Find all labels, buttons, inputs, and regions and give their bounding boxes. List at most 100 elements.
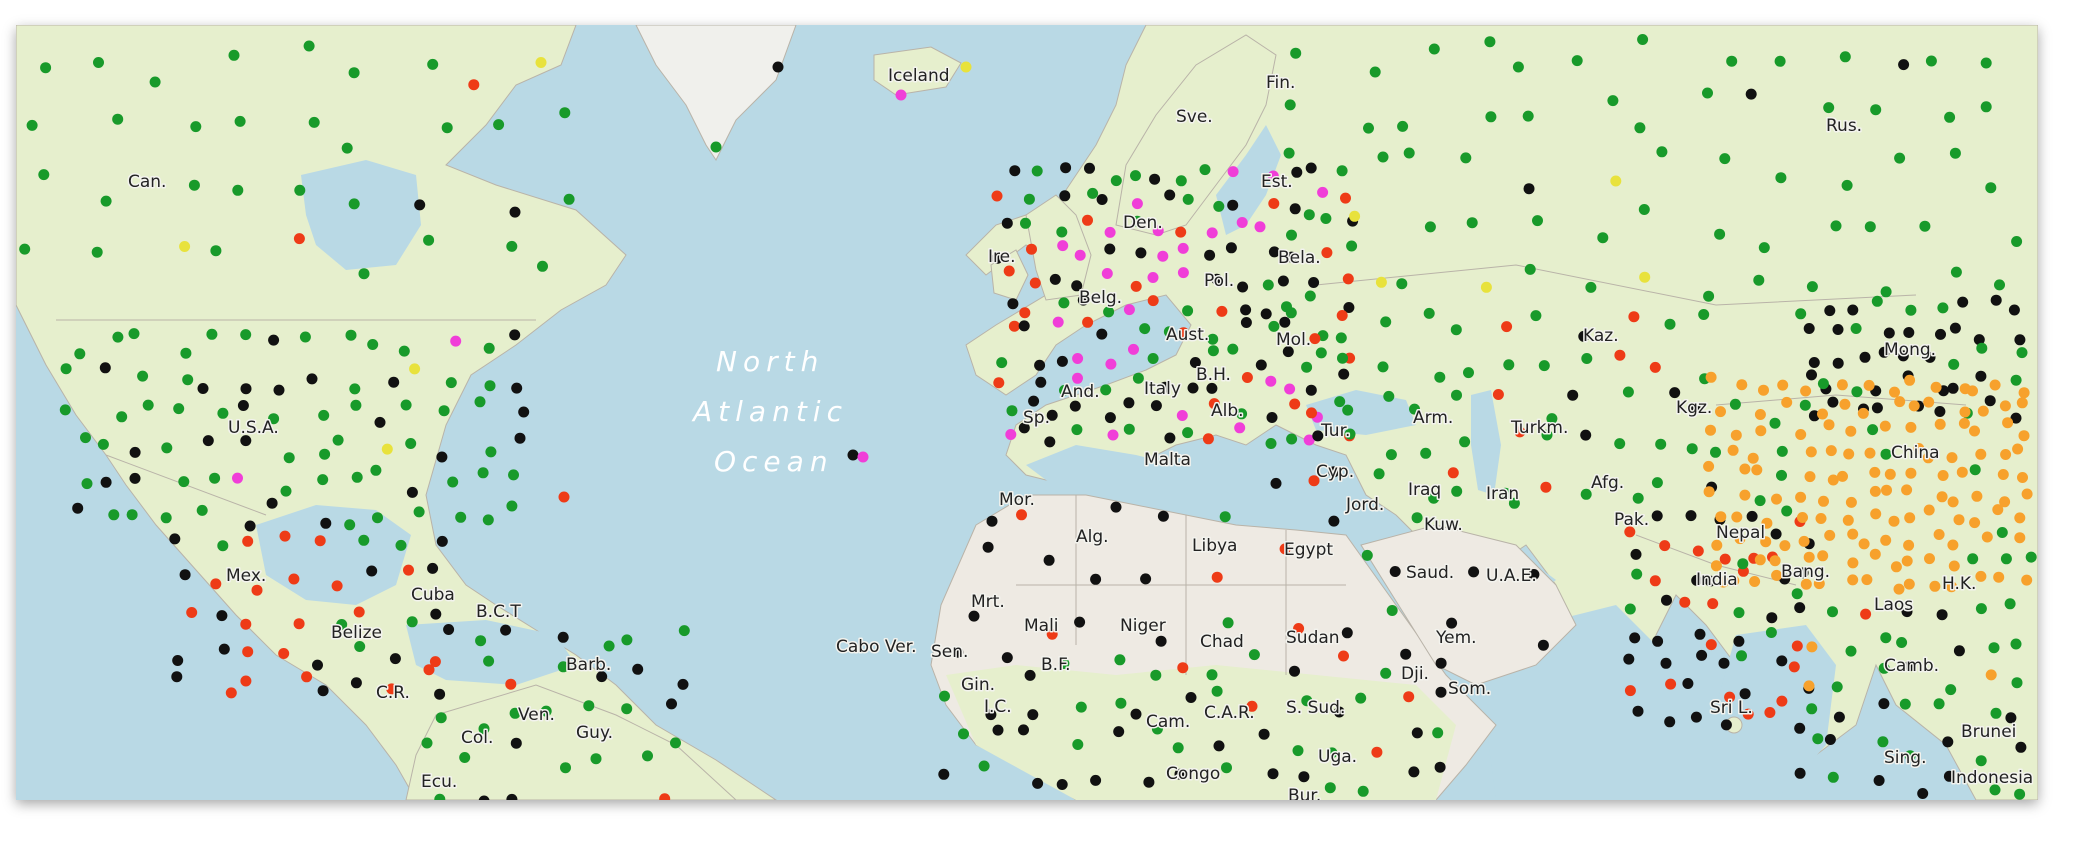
station-marker[interactable]	[558, 491, 570, 503]
station-marker[interactable]	[1956, 466, 1968, 478]
station-marker[interactable]	[2014, 512, 2026, 524]
station-marker[interactable]	[1290, 47, 1302, 59]
station-marker[interactable]	[2021, 574, 2033, 586]
station-marker[interactable]	[1580, 429, 1592, 441]
station-marker[interactable]	[1686, 443, 1698, 455]
station-marker[interactable]	[1817, 378, 1829, 390]
station-marker[interactable]	[1992, 504, 2004, 516]
station-marker[interactable]	[1177, 242, 1189, 254]
station-marker[interactable]	[1901, 555, 1913, 567]
station-marker[interactable]	[1435, 686, 1447, 698]
station-marker[interactable]	[1213, 740, 1225, 752]
station-marker[interactable]	[1870, 104, 1882, 116]
station-marker[interactable]	[1423, 307, 1435, 319]
station-marker[interactable]	[1114, 654, 1126, 666]
station-marker[interactable]	[1532, 215, 1543, 227]
station-marker[interactable]	[1739, 489, 1751, 501]
station-marker[interactable]	[209, 472, 221, 484]
station-marker[interactable]	[112, 113, 124, 125]
station-marker[interactable]	[1075, 701, 1087, 713]
station-marker[interactable]	[240, 675, 252, 687]
station-marker[interactable]	[2010, 638, 2022, 650]
station-marker[interactable]	[180, 347, 192, 359]
station-marker[interactable]	[1831, 681, 1843, 693]
station-marker[interactable]	[1074, 616, 1086, 628]
station-marker[interactable]	[1904, 512, 1916, 524]
station-marker[interactable]	[349, 383, 361, 395]
station-marker[interactable]	[1758, 384, 1769, 396]
station-marker[interactable]	[283, 452, 295, 464]
station-marker[interactable]	[1937, 470, 1949, 481]
station-marker[interactable]	[1967, 385, 1978, 397]
station-marker[interactable]	[1447, 467, 1459, 479]
station-marker[interactable]	[1540, 481, 1552, 493]
station-marker[interactable]	[400, 399, 412, 411]
station-marker[interactable]	[1990, 707, 2002, 719]
station-marker[interactable]	[1903, 539, 1915, 551]
station-marker[interactable]	[1901, 484, 1913, 496]
station-marker[interactable]	[2015, 741, 2027, 753]
station-marker[interactable]	[1905, 467, 1917, 479]
station-marker[interactable]	[266, 497, 278, 509]
station-marker[interactable]	[1726, 55, 1738, 67]
station-marker[interactable]	[1123, 397, 1135, 409]
station-marker[interactable]	[590, 753, 602, 765]
station-marker[interactable]	[1729, 398, 1741, 410]
station-marker[interactable]	[1649, 575, 1661, 587]
station-marker[interactable]	[1871, 402, 1883, 414]
station-marker[interactable]	[1990, 294, 2002, 306]
station-marker[interactable]	[178, 476, 190, 488]
station-marker[interactable]	[97, 438, 109, 450]
station-marker[interactable]	[1997, 469, 2009, 480]
station-marker[interactable]	[1492, 389, 1504, 400]
station-marker[interactable]	[1745, 88, 1757, 100]
station-marker[interactable]	[1949, 322, 1961, 334]
station-marker[interactable]	[1776, 445, 1788, 457]
station-marker[interactable]	[1130, 708, 1142, 720]
station-marker[interactable]	[485, 446, 497, 458]
station-marker[interactable]	[847, 449, 859, 461]
station-marker[interactable]	[1396, 278, 1408, 290]
station-marker[interactable]	[434, 688, 446, 700]
station-marker[interactable]	[1859, 351, 1871, 363]
station-marker[interactable]	[1703, 460, 1715, 472]
station-marker[interactable]	[1113, 726, 1125, 738]
station-marker[interactable]	[1622, 386, 1634, 398]
station-marker[interactable]	[1306, 407, 1317, 419]
station-marker[interactable]	[1503, 359, 1515, 371]
station-marker[interactable]	[1150, 669, 1162, 681]
station-marker[interactable]	[1336, 165, 1348, 177]
map-view[interactable]: Can. U.S.A. Mex. Cuba B.C.T Belize C.R. …	[16, 25, 2038, 800]
station-marker[interactable]	[1791, 640, 1803, 652]
station-marker[interactable]	[482, 514, 494, 526]
station-marker[interactable]	[196, 504, 208, 516]
station-marker[interactable]	[1001, 652, 1013, 664]
station-marker[interactable]	[621, 634, 633, 646]
station-marker[interactable]	[1806, 281, 1818, 293]
station-marker[interactable]	[240, 383, 252, 395]
station-marker[interactable]	[1571, 55, 1583, 67]
station-marker[interactable]	[234, 115, 246, 127]
station-marker[interactable]	[1655, 438, 1667, 450]
station-marker[interactable]	[242, 535, 254, 547]
station-marker[interactable]	[1705, 371, 1717, 383]
station-marker[interactable]	[1227, 166, 1239, 178]
station-marker[interactable]	[1781, 396, 1793, 408]
station-marker[interactable]	[1032, 777, 1044, 789]
station-marker[interactable]	[1524, 263, 1536, 275]
station-marker[interactable]	[505, 678, 517, 690]
station-marker[interactable]	[1715, 511, 1727, 523]
station-marker[interactable]	[474, 396, 486, 408]
station-marker[interactable]	[1804, 471, 1816, 483]
station-marker[interactable]	[506, 500, 518, 512]
station-marker[interactable]	[1335, 332, 1347, 344]
station-marker[interactable]	[74, 348, 86, 360]
station-marker[interactable]	[2000, 449, 2012, 460]
station-marker[interactable]	[317, 474, 329, 486]
station-marker[interactable]	[1237, 281, 1249, 293]
station-marker[interactable]	[367, 339, 379, 350]
station-marker[interactable]	[344, 519, 356, 531]
station-marker[interactable]	[560, 762, 571, 774]
station-marker[interactable]	[1225, 242, 1237, 254]
station-marker[interactable]	[1764, 707, 1776, 718]
